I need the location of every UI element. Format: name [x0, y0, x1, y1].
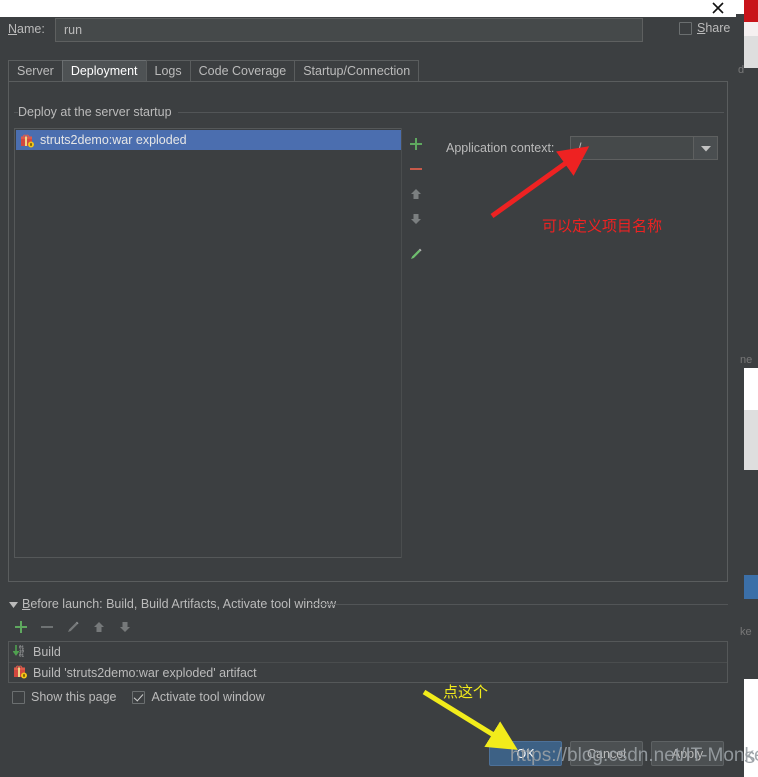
deployment-list[interactable]: struts2demo:war exploded	[14, 128, 430, 558]
screen: d ne ke S Name: Share Server Deployment …	[0, 0, 758, 777]
tab-server[interactable]: Server	[8, 60, 63, 82]
task-move-down-button	[112, 614, 138, 640]
before-launch-title: Before launch: Build, Build Artifacts, A…	[22, 597, 337, 611]
activate-tool-window-checkbox[interactable]	[132, 690, 146, 704]
list-item[interactable]: Build 'struts2demo:war exploded' artifac…	[9, 662, 727, 682]
share-checkbox[interactable]	[679, 22, 692, 35]
background-dark-band-1	[744, 68, 758, 368]
list-item-label: Build	[33, 645, 61, 659]
edit-task-button	[60, 614, 86, 640]
remove-button[interactable]	[404, 157, 428, 181]
artifact-icon	[20, 133, 35, 148]
background-pale-band	[744, 22, 758, 36]
before-launch-separator	[311, 604, 728, 605]
deploy-group-title: Deploy at the server startup	[18, 105, 178, 119]
remove-task-button	[34, 614, 60, 640]
tab-deployment[interactable]: Deployment	[61, 60, 147, 82]
tab-logs[interactable]: Logs	[145, 60, 191, 82]
list-item-label: Build 'struts2demo:war exploded' artifac…	[33, 665, 257, 680]
background-grey-band-1	[744, 36, 758, 68]
activate-tool-window-label: Activate tool window	[151, 690, 265, 704]
edit-button[interactable]	[404, 242, 428, 266]
artifact-icon	[13, 664, 28, 682]
close-icon[interactable]	[710, 1, 726, 15]
annotation-yellow-text: 点这个	[443, 683, 489, 701]
svg-text:01: 01	[19, 655, 25, 658]
name-input[interactable]	[55, 18, 643, 42]
background-text-ke: ke	[740, 626, 752, 638]
before-launch-collapse-icon[interactable]	[9, 598, 18, 612]
before-launch-options: Show this page Activate tool window	[12, 690, 281, 704]
build-icon: 01 10 01	[12, 643, 28, 661]
background-white-band	[744, 368, 758, 410]
background-dark-band-3	[744, 599, 758, 679]
list-item[interactable]: struts2demo:war exploded	[16, 130, 406, 150]
dialog-titlebar	[0, 0, 736, 17]
annotation-red-text: 可以定义项目名称	[542, 217, 663, 235]
move-down-button[interactable]	[404, 207, 428, 231]
chevron-down-icon[interactable]	[693, 137, 717, 159]
application-context-value: /	[578, 141, 582, 155]
show-this-page-label: Show this page	[31, 690, 117, 704]
list-item-label: struts2demo:war exploded	[40, 133, 187, 147]
show-this-page-checkbox[interactable]	[12, 690, 25, 704]
tab-code-coverage[interactable]: Code Coverage	[189, 60, 296, 82]
tab-startup-connection[interactable]: Startup/Connection	[294, 60, 420, 82]
add-task-button[interactable]	[8, 614, 34, 640]
config-tabs: Server Deployment Logs Code Coverage Sta…	[8, 60, 420, 82]
list-item[interactable]: 01 10 01 Build	[9, 642, 727, 662]
before-launch-task-list[interactable]: 01 10 01 Build Build 'struts2demo:war ex…	[8, 641, 728, 683]
background-red-marker	[744, 0, 758, 22]
background-dark-band-2	[744, 470, 758, 570]
before-launch-toolbar	[8, 614, 148, 640]
application-context-combo[interactable]: /	[570, 136, 718, 160]
background-blue-selection	[744, 575, 758, 599]
background-text-d: d	[738, 64, 745, 76]
task-move-up-button	[86, 614, 112, 640]
share-label: Share	[697, 21, 731, 35]
application-context-label: Application context:	[446, 141, 555, 155]
watermark: https://blog.csdn.net/IT-MonkeyS	[510, 745, 758, 766]
background-grey-band-2	[744, 410, 758, 470]
deployment-list-toolbar	[401, 128, 430, 558]
name-row: Name: Share	[0, 16, 736, 44]
background-text-ne: ne	[740, 354, 753, 366]
move-up-button[interactable]	[404, 182, 428, 206]
add-button[interactable]	[404, 132, 428, 156]
name-label: Name:	[8, 22, 45, 36]
